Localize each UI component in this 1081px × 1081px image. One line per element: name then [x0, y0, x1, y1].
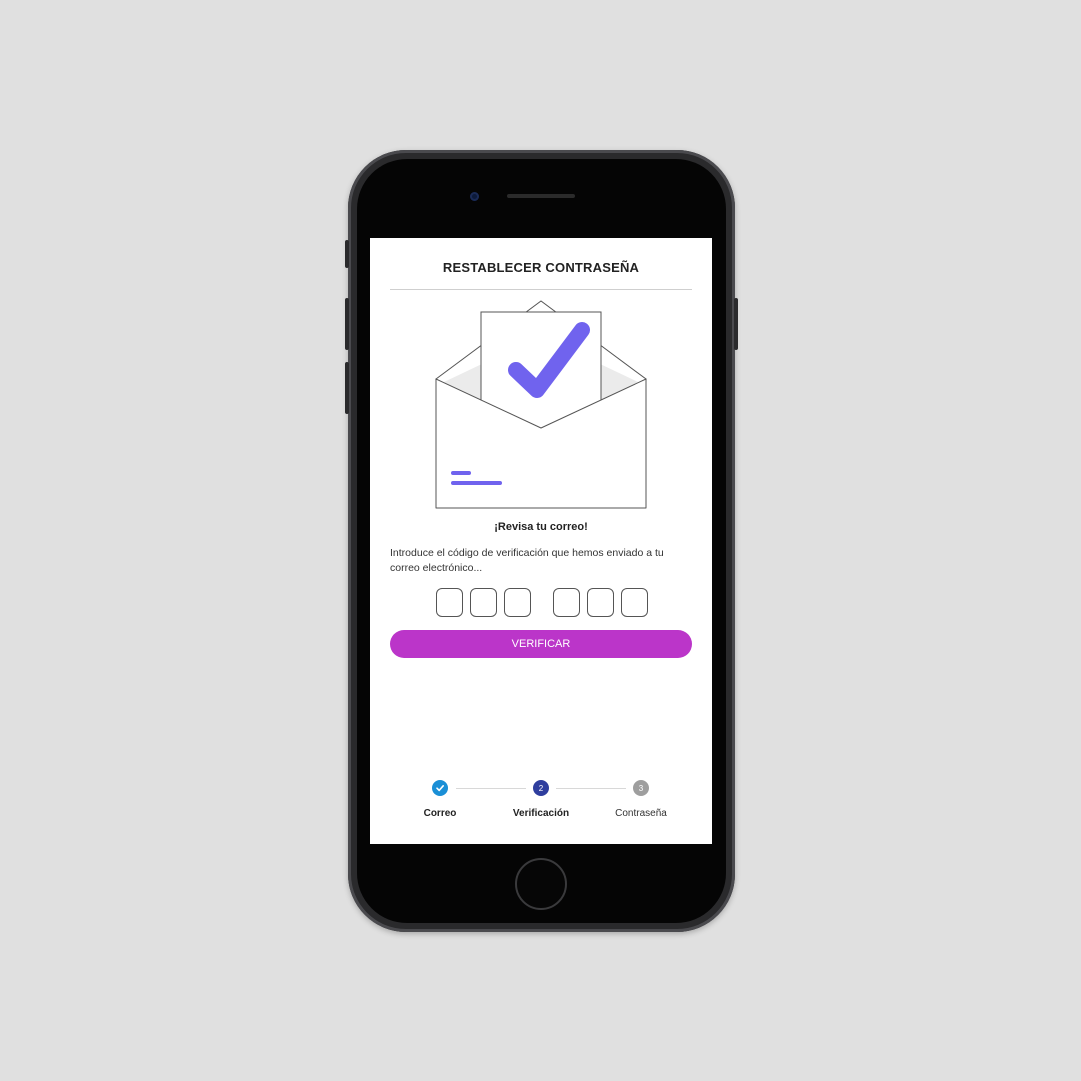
header-divider: [390, 289, 692, 290]
home-button[interactable]: [515, 858, 567, 910]
volume-down-button: [345, 362, 349, 414]
front-camera: [470, 192, 479, 201]
verify-button[interactable]: VERIFICAR: [390, 630, 692, 658]
code-digit-1[interactable]: [436, 588, 463, 617]
app-screen: RESTABLECER CONTRASEÑA ¡Revisa tu correo…: [370, 238, 712, 844]
code-digit-3[interactable]: [504, 588, 531, 617]
earpiece-speaker: [507, 194, 575, 198]
step-label-correo: Correo: [423, 808, 457, 819]
step-pending-contrasena: 3: [633, 780, 649, 796]
step-active-verificacion: 2: [533, 780, 549, 796]
step-completed-correo: [432, 780, 448, 796]
step-label-verificacion: Verificación: [512, 808, 570, 819]
code-digit-4[interactable]: [553, 588, 580, 617]
volume-up-button: [345, 298, 349, 350]
power-button: [734, 298, 738, 350]
instructions-text: Introduce el código de verificación que …: [390, 547, 664, 574]
step-label-contrasena: Contraseña: [615, 808, 667, 819]
code-digit-5[interactable]: [587, 588, 614, 617]
check-icon: [436, 784, 444, 792]
code-digit-6[interactable]: [621, 588, 648, 617]
code-digit-2[interactable]: [470, 588, 497, 617]
headline: ¡Revisa tu correo!: [494, 521, 588, 533]
step-connector-2: [556, 788, 626, 789]
envelope-check-illustration: [435, 300, 647, 509]
step-connector-1: [456, 788, 526, 789]
page-title: RESTABLECER CONTRASEÑA: [442, 260, 640, 275]
mute-switch: [345, 240, 349, 268]
